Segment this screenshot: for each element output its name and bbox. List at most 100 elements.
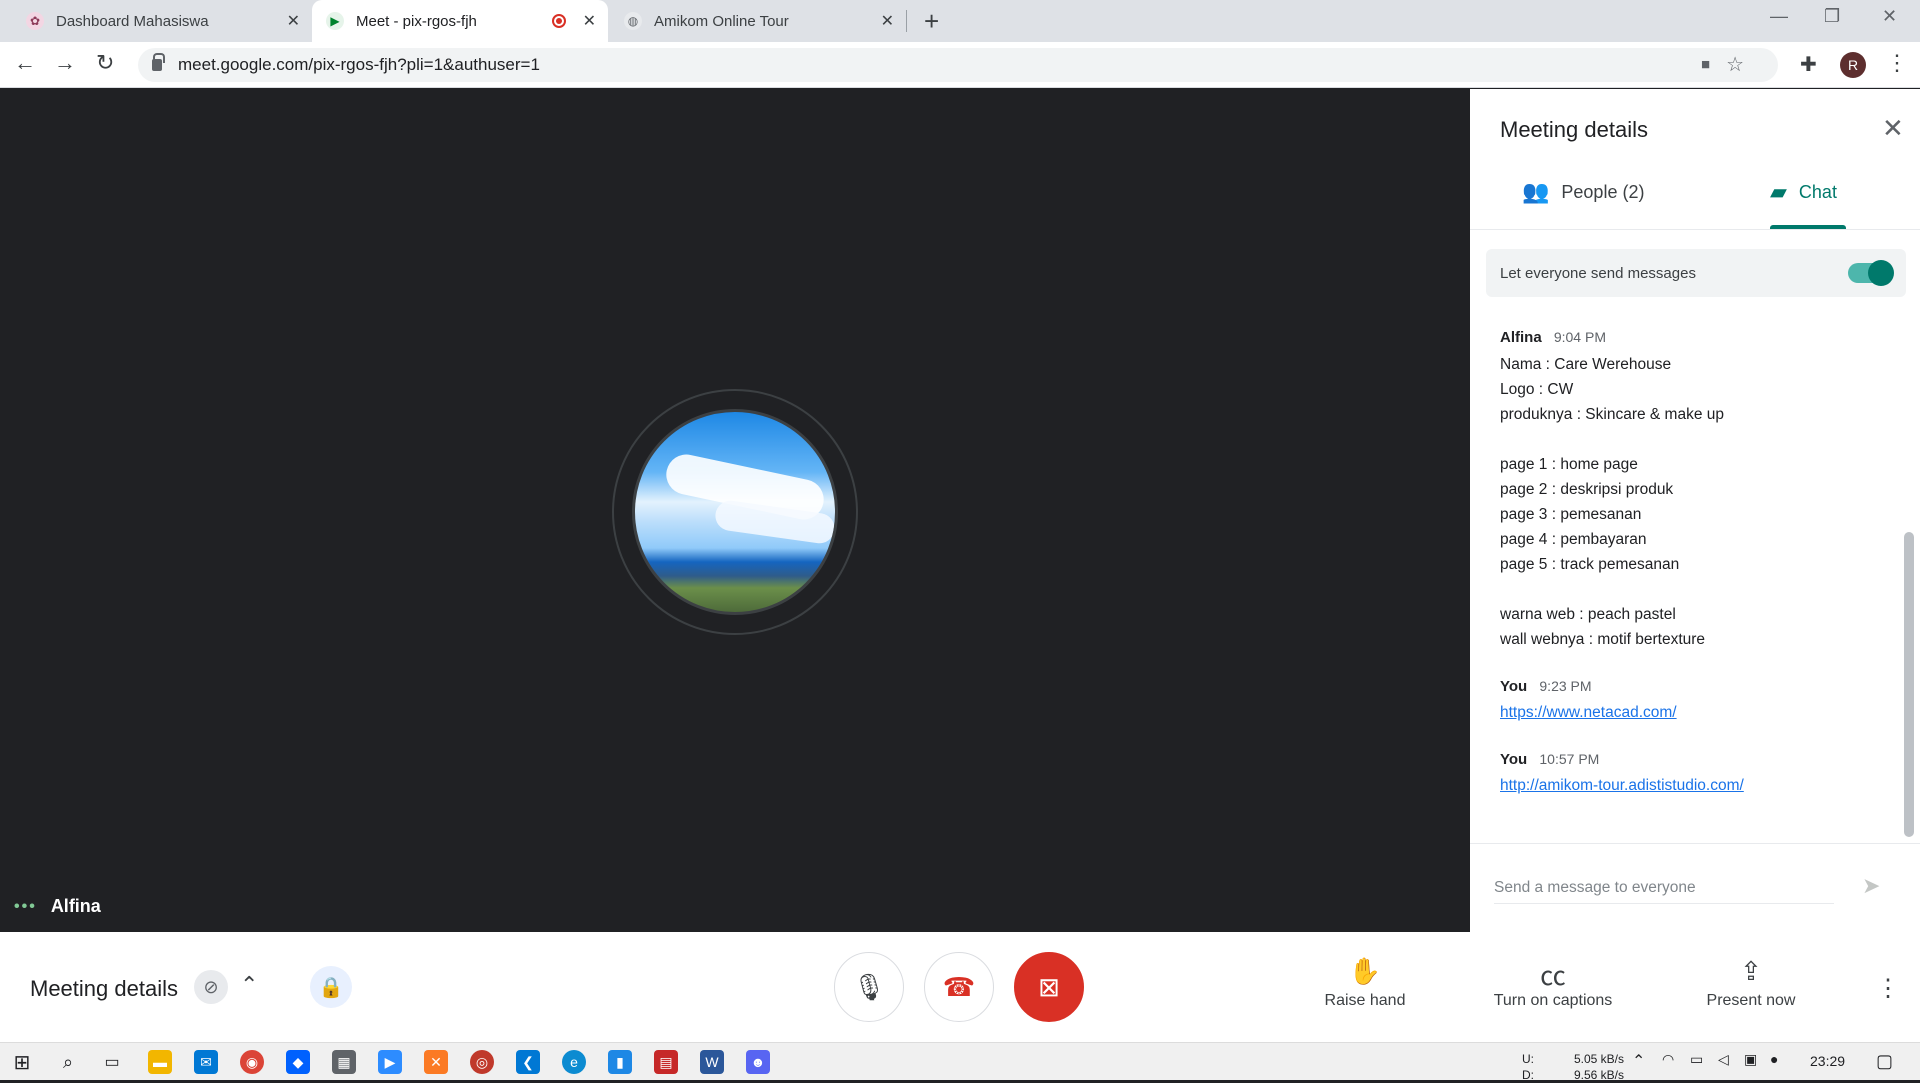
app-icon[interactable]: ▤ bbox=[654, 1050, 678, 1074]
chat-permission-toggle[interactable] bbox=[1848, 260, 1894, 286]
globe-icon: ◍ bbox=[624, 12, 642, 30]
opera-icon[interactable]: ◎ bbox=[470, 1050, 494, 1074]
camera-tray-icon[interactable]: ▣ bbox=[1744, 1051, 1757, 1068]
notepad-icon[interactable]: ▮ bbox=[608, 1050, 632, 1074]
tab-label: Chat bbox=[1798, 181, 1837, 202]
recording-indicator-icon bbox=[552, 14, 566, 28]
chevron-up-icon[interactable]: ⌃ bbox=[240, 972, 258, 998]
hand-icon: ✋ bbox=[1348, 956, 1382, 986]
message-time: 9:04 PM bbox=[1553, 329, 1606, 345]
camera-in-use-icon[interactable]: ■ bbox=[1701, 56, 1710, 73]
message-line: page 3 : pemesanan bbox=[1500, 506, 1642, 523]
browser-tab-amikom[interactable]: ◍ Amikom Online Tour ✕ bbox=[610, 0, 906, 42]
participant-name-tag: ••• Alfina bbox=[14, 896, 101, 917]
file-explorer-icon[interactable]: ▬ bbox=[148, 1050, 172, 1074]
raise-hand-button[interactable]: ✋ Raise hand bbox=[1290, 956, 1440, 1010]
captions-button[interactable]: ㏄ Turn on captions bbox=[1478, 956, 1628, 1010]
clock[interactable]: 23:29 bbox=[1810, 1053, 1845, 1069]
back-button[interactable]: ← bbox=[14, 50, 36, 76]
message-line: page 5 : track pemesanan bbox=[1500, 556, 1680, 573]
action-label: Turn on captions bbox=[1493, 992, 1613, 1009]
composer-divider bbox=[1470, 843, 1920, 844]
lock-icon[interactable] bbox=[152, 53, 165, 71]
browser-menu-icon[interactable]: ⋮ bbox=[1886, 50, 1908, 76]
windows-taskbar: ⊞ ⌕ ▭ ▬ ✉ ◉ ◆ ▦ ▶ ✕ ◎ ❮ e ▮ ▤ W ☻ U: D: … bbox=[0, 1042, 1920, 1083]
profile-avatar[interactable]: R bbox=[1840, 52, 1866, 78]
new-tab-button[interactable]: + bbox=[924, 6, 939, 37]
dashboard-icon: ✿ bbox=[26, 12, 44, 30]
reload-button[interactable]: ↻ bbox=[96, 50, 114, 76]
message-line: page 1 : home page bbox=[1500, 456, 1638, 473]
forward-button[interactable]: → bbox=[54, 50, 76, 76]
host-controls-shield-icon[interactable]: 🔒 bbox=[310, 966, 352, 1008]
panel-title: Meeting details bbox=[1500, 117, 1648, 142]
close-tab-icon[interactable]: ✕ bbox=[881, 11, 894, 31]
battery-icon[interactable]: ▭ bbox=[1690, 1051, 1703, 1068]
tab-title: Meet - pix-rgos-fjh bbox=[356, 12, 477, 30]
task-view-icon[interactable]: ▭ bbox=[100, 1050, 124, 1074]
chat-scrollbar[interactable] bbox=[1904, 532, 1914, 837]
microphone-button[interactable]: 🎙 bbox=[834, 952, 904, 1022]
camera-off-icon: ⊠ bbox=[1038, 971, 1060, 1002]
message-link[interactable]: http://amikom-tour.adististudio.com/ bbox=[1500, 774, 1880, 798]
message-line: page 2 : deskripsi produk bbox=[1500, 481, 1674, 498]
extensions-puzzle-icon[interactable]: ✚ bbox=[1800, 52, 1817, 77]
attachment-icon[interactable]: ⊘ bbox=[194, 970, 228, 1004]
people-icon: 👥 bbox=[1522, 179, 1550, 204]
window-close-button[interactable]: ✕ bbox=[1882, 6, 1897, 27]
camera-off-button[interactable]: ⊠ bbox=[1014, 952, 1084, 1022]
message-line: wall webnya : motif bertexture bbox=[1500, 631, 1706, 648]
chrome-icon[interactable]: ◉ bbox=[240, 1050, 264, 1074]
leave-call-button[interactable]: ☎ bbox=[924, 952, 994, 1022]
microphone-tray-icon[interactable]: ● bbox=[1770, 1051, 1778, 1067]
dropbox-icon[interactable]: ◆ bbox=[286, 1050, 310, 1074]
mail-icon[interactable]: ✉ bbox=[194, 1050, 218, 1074]
restore-button[interactable]: ❐ bbox=[1824, 6, 1840, 27]
message-link[interactable]: https://www.netacad.com/ bbox=[1500, 701, 1880, 725]
present-now-button[interactable]: ⇪ Present now bbox=[1676, 956, 1826, 1010]
meeting-details-label[interactable]: Meeting details bbox=[30, 976, 178, 1002]
tray-chevron-icon[interactable]: ⌃ bbox=[1632, 1051, 1645, 1071]
chat-icon: ▰ bbox=[1770, 179, 1787, 204]
xampp-icon[interactable]: ✕ bbox=[424, 1050, 448, 1074]
calculator-icon[interactable]: ▦ bbox=[332, 1050, 356, 1074]
tab-people[interactable]: 👥 People (2) bbox=[1522, 179, 1644, 205]
network-speed: 5.05 kB/s 9.56 kB/s bbox=[1568, 1051, 1624, 1083]
message-sender: You bbox=[1500, 751, 1528, 768]
message-line: Nama : Care Werehouse bbox=[1500, 356, 1672, 373]
omnibox[interactable]: meet.google.com/pix-rgos-fjh?pli=1&authu… bbox=[138, 48, 1778, 82]
notifications-icon[interactable]: ▢ bbox=[1876, 1051, 1893, 1072]
url-text[interactable]: meet.google.com/pix-rgos-fjh?pli=1&authu… bbox=[178, 55, 540, 75]
close-tab-icon[interactable]: ✕ bbox=[583, 11, 596, 31]
volume-icon[interactable]: ◁ bbox=[1718, 1051, 1729, 1068]
message-line: warna web : peach pastel bbox=[1500, 606, 1676, 623]
wifi-icon[interactable]: ◠ bbox=[1662, 1051, 1674, 1068]
browser-tab-dashboard[interactable]: ✿ Dashboard Mahasiswa ✕ bbox=[12, 0, 312, 42]
close-panel-icon[interactable]: ✕ bbox=[1882, 113, 1904, 144]
upload-speed: 5.05 kB/s bbox=[1573, 1052, 1624, 1066]
vscode-icon[interactable]: ❮ bbox=[516, 1050, 540, 1074]
audio-level-icon: ••• bbox=[14, 897, 37, 915]
send-icon[interactable]: ➤ bbox=[1862, 873, 1880, 899]
tab-divider bbox=[1470, 229, 1920, 230]
edge-icon[interactable]: e bbox=[562, 1050, 586, 1074]
tab-separator bbox=[906, 10, 907, 32]
chat-message: You 10:57 PM http://amikom-tour.adistist… bbox=[1500, 751, 1880, 798]
browser-tab-meet[interactable]: ▶ Meet - pix-rgos-fjh ✕ bbox=[312, 0, 608, 42]
discord-icon[interactable]: ☻ bbox=[746, 1050, 770, 1074]
search-icon[interactable]: ⌕ bbox=[56, 1050, 80, 1074]
message-line bbox=[1500, 427, 1880, 452]
meet-icon: ▶ bbox=[326, 12, 344, 30]
word-icon[interactable]: W bbox=[700, 1050, 724, 1074]
hang-up-icon: ☎ bbox=[942, 971, 976, 1002]
more-options-icon[interactable]: ⋮ bbox=[1876, 974, 1900, 1003]
zoom-icon[interactable]: ▶ bbox=[378, 1050, 402, 1074]
chat-message-input[interactable]: Send a message to everyone bbox=[1494, 879, 1834, 904]
bookmark-star-icon[interactable]: ☆ bbox=[1726, 52, 1744, 77]
tab-chat[interactable]: ▰ Chat bbox=[1770, 179, 1837, 205]
close-tab-icon[interactable]: ✕ bbox=[287, 11, 300, 31]
tab-title: Amikom Online Tour bbox=[654, 12, 789, 30]
action-label: Raise hand bbox=[1324, 992, 1406, 1009]
windows-start-icon[interactable]: ⊞ bbox=[10, 1050, 34, 1074]
minimize-button[interactable]: — bbox=[1770, 6, 1788, 27]
